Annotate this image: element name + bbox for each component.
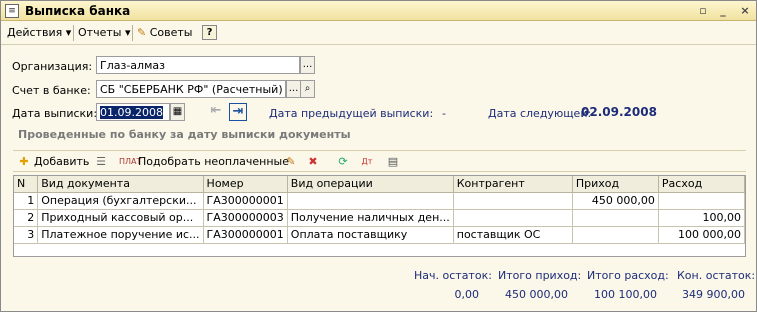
total-income-value: 450 000,00: [505, 288, 568, 301]
table-row[interactable]: 2 Приходный кассовый ор... ГА300000003 П…: [14, 209, 745, 227]
row-number: 3: [14, 226, 39, 244]
date-value: 01.09.2008: [100, 106, 163, 119]
document-icon: ≡: [5, 4, 19, 18]
prev-arrow-icon[interactable]: ⇤: [207, 103, 225, 121]
income-cell: [572, 209, 659, 227]
documents-table: N Вид документа Номер Вид операции Контр…: [13, 175, 746, 257]
next-statement-value: 02.09.2008: [581, 105, 657, 119]
doc-number-cell: ГА300000001: [203, 226, 288, 244]
maximize-button[interactable]: _: [715, 4, 731, 18]
toolbar-divider: [132, 25, 133, 41]
income-cell: [572, 226, 659, 244]
col-doc-type[interactable]: Вид документа: [37, 176, 204, 193]
operation-type-cell: Получение наличных ден...: [287, 209, 454, 227]
col-income[interactable]: Приход: [572, 176, 659, 193]
actions-menu[interactable]: Действия ▾: [7, 26, 71, 39]
org-select-button[interactable]: ...: [300, 56, 315, 74]
org-label: Организация:: [12, 60, 93, 73]
expense-cell: [658, 192, 745, 210]
select-unpaid-button[interactable]: Подобрать неоплаченные: [138, 155, 289, 168]
edit-icon[interactable]: ✎: [283, 154, 299, 170]
search-icon[interactable]: ⌕: [300, 80, 315, 98]
total-expense-label: Итого расход:: [587, 269, 669, 282]
expense-cell: 100 000,00: [658, 226, 745, 244]
doc-type-cell: Приходный кассовый ор...: [37, 209, 204, 227]
row-number: 1: [14, 192, 39, 210]
debit-credit-icon[interactable]: Дт: [359, 154, 375, 170]
next-arrow-icon[interactable]: ⇥: [229, 103, 247, 121]
col-counterparty[interactable]: Контрагент: [453, 176, 573, 193]
table-header-row: N Вид документа Номер Вид операции Контр…: [14, 176, 745, 193]
report-icon[interactable]: ▤: [385, 154, 401, 170]
close-button[interactable]: ×: [737, 4, 753, 18]
start-balance-label: Нач. остаток:: [414, 269, 492, 282]
col-operation-type[interactable]: Вид операции: [287, 176, 454, 193]
refresh-icon[interactable]: ⟳: [335, 154, 351, 170]
table-row[interactable]: 3 Платежное поручение ис... ГА300000001 …: [14, 226, 745, 244]
table-row[interactable]: 1 Операция (бухгалтерски... ГА300000001 …: [14, 192, 745, 210]
doc-type-cell: Операция (бухгалтерски...: [37, 192, 204, 210]
reports-label: Отчеты: [78, 26, 122, 39]
delete-icon[interactable]: ✖: [305, 154, 321, 170]
tips-label: Советы: [149, 26, 193, 39]
next-statement-label: Дата следующей:: [488, 107, 592, 120]
counterparty-cell: поставщик ОС: [453, 226, 573, 244]
total-income-label: Итого приход:: [498, 269, 582, 282]
org-field[interactable]: Глаз-алмаз: [96, 56, 300, 74]
dropdown-arrow-icon: ▾: [124, 26, 131, 39]
dropdown-arrow-icon: ▾: [65, 26, 72, 39]
col-expense[interactable]: Расход: [658, 176, 745, 193]
doc-type-cell: Платежное поручение ис...: [37, 226, 204, 244]
counterparty-cell: [453, 192, 573, 210]
date-field[interactable]: 01.09.2008: [96, 103, 170, 121]
income-cell: 450 000,00: [572, 192, 659, 210]
end-balance-label: Кон. остаток:: [677, 269, 756, 282]
account-field[interactable]: СБ "СБЕРБАНК РФ" (Расчетный): [96, 80, 286, 98]
operation-type-cell: [287, 192, 454, 210]
prev-statement-label: Дата предыдущей выписки:: [269, 107, 434, 120]
documents-toolbar: ✚ Добавить ☰ ПЛАТ Подобрать неоплаченные…: [13, 150, 746, 172]
bank-statement-window: ≡ Выписка банка ▫ _ × Действия ▾ Отчеты …: [0, 0, 757, 312]
actions-label: Действия: [7, 26, 63, 39]
help-button[interactable]: ?: [202, 25, 217, 40]
title-bar: ≡ Выписка банка ▫ _ ×: [1, 1, 756, 21]
account-label: Счет в банке:: [12, 84, 91, 97]
window-title: Выписка банка: [25, 4, 131, 18]
add-icon[interactable]: ✚: [16, 154, 32, 170]
doc-number-cell: ГА300000001: [203, 192, 288, 210]
end-balance-value: 349 900,00: [682, 288, 745, 301]
prev-statement-value: -: [442, 107, 446, 120]
counterparty-cell: [453, 209, 573, 227]
expense-cell: 100,00: [658, 209, 745, 227]
list-icon[interactable]: ☰: [93, 154, 109, 170]
start-balance-value: 0,00: [454, 288, 480, 301]
col-number[interactable]: N: [14, 176, 39, 193]
add-button[interactable]: Добавить: [34, 155, 89, 168]
operation-type-cell: Оплата поставщику: [287, 226, 454, 244]
account-select-button[interactable]: ...: [286, 80, 301, 98]
date-label: Дата выписки:: [12, 107, 98, 120]
toolbar-divider: [73, 25, 74, 41]
tips-icon: ✎: [137, 26, 147, 39]
doc-number-cell: ГА300000003: [203, 209, 288, 227]
total-expense-value: 100 100,00: [594, 288, 657, 301]
calendar-icon[interactable]: ▦: [170, 103, 185, 121]
section-title: Проведенные по банку за дату выписки док…: [18, 128, 351, 141]
tips-button[interactable]: ✎ Советы: [137, 26, 192, 39]
payment-icon[interactable]: ПЛАТ: [119, 154, 141, 170]
minimize-button[interactable]: ▫: [695, 4, 711, 18]
row-number: 2: [14, 209, 39, 227]
reports-menu[interactable]: Отчеты ▾: [78, 26, 130, 39]
col-doc-number[interactable]: Номер: [203, 176, 288, 193]
main-toolbar: Действия ▾ Отчеты ▾ ✎ Советы ?: [1, 22, 756, 45]
